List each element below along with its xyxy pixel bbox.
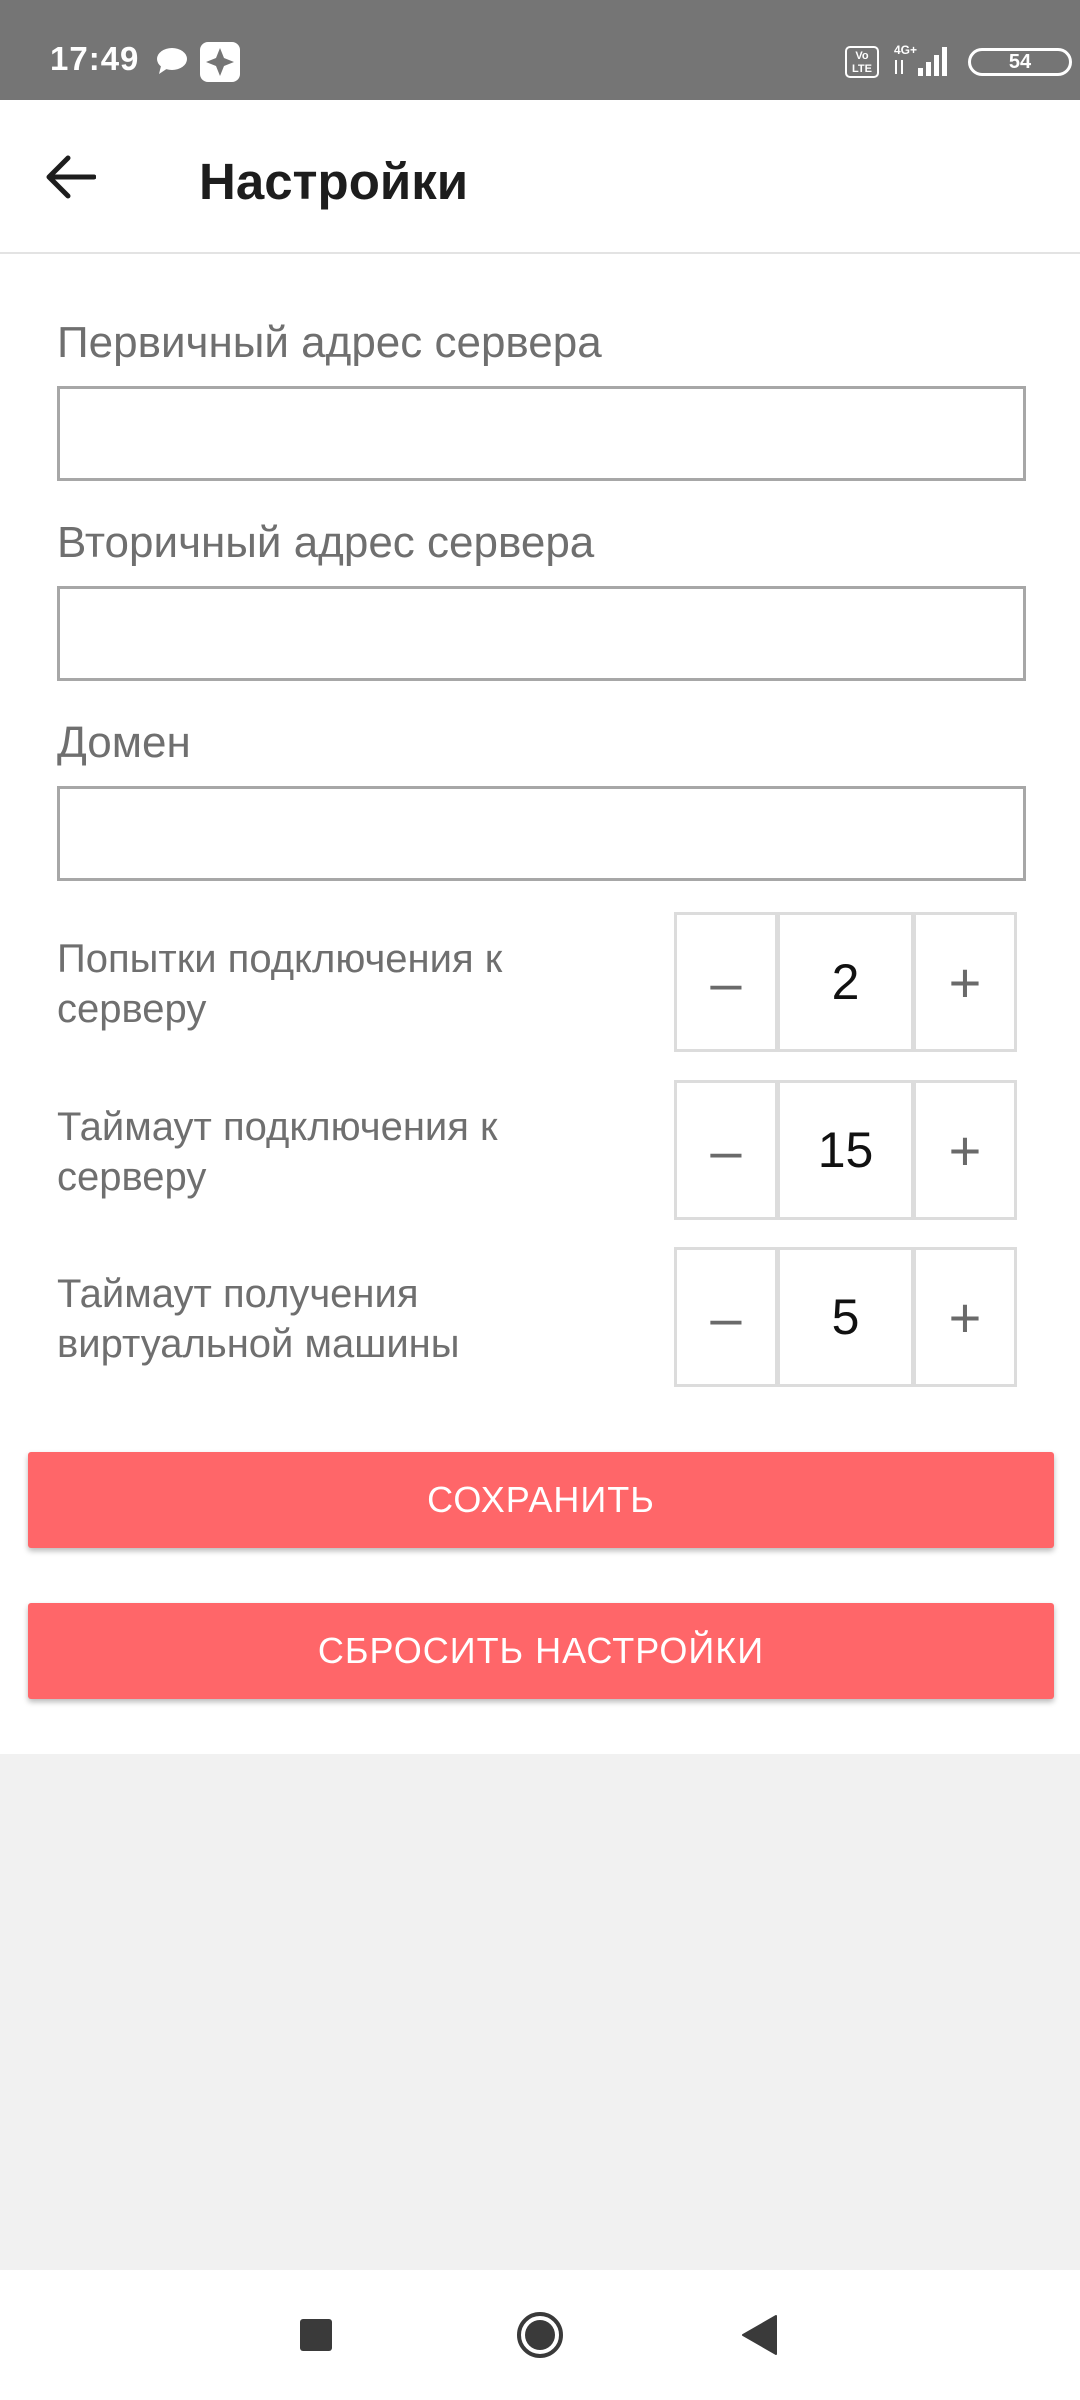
increment-button[interactable]: + [913,1080,1017,1220]
svg-text:4G+: 4G+ [894,43,917,57]
app-bar: Настройки [0,100,1080,254]
connection-timeout-stepper: – 15 + [674,1080,1023,1220]
decrement-button[interactable]: – [674,1080,778,1220]
stepper-value[interactable]: 15 [775,1080,916,1220]
reset-settings-button[interactable]: СБРОСИТЬ НАСТРОЙКИ [28,1603,1054,1699]
status-bar: 17:49 Vo LTE 4G+ 54 [0,0,1080,100]
primary-server-label: Первичный адрес сервера [57,318,602,367]
arrow-left-icon [46,155,96,199]
volte-icon: Vo LTE [845,46,879,78]
decrement-button[interactable]: – [674,912,778,1052]
increment-button[interactable]: + [913,1247,1017,1387]
chat-icon [157,48,187,74]
save-button[interactable]: СОХРАНИТЬ [28,1452,1054,1548]
back-triangle-icon[interactable] [740,2314,778,2356]
decrement-button[interactable]: – [674,1247,778,1387]
status-time: 17:49 [50,40,140,77]
domain-input[interactable] [57,786,1026,881]
connection-attempts-stepper: – 2 + [674,912,1023,1052]
increment-button[interactable]: + [913,912,1017,1052]
settings-form: Первичный адрес сервера Вторичный адрес … [0,254,1080,1754]
back-button[interactable] [36,147,106,207]
navigation-bar [0,2270,1080,2400]
vm-timeout-stepper: – 5 + [674,1247,1023,1387]
primary-server-input[interactable] [57,386,1026,481]
signal-icon: 4G+ [894,43,947,76]
connection-timeout-label: Таймаут подключения к серверу [57,1105,498,1199]
app-notification-icon [200,42,240,82]
stepper-value[interactable]: 2 [775,912,916,1052]
battery-icon: 54 [968,48,1072,76]
recents-square-icon[interactable] [300,2319,332,2351]
domain-label: Домен [57,718,191,767]
secondary-server-label: Вторичный адрес сервера [57,518,595,567]
stepper-value[interactable]: 5 [775,1247,916,1387]
page-title: Настройки [199,153,469,210]
secondary-server-input[interactable] [57,586,1026,681]
vm-timeout-label: Таймаут получения виртуальной машины [57,1272,460,1366]
connection-attempts-label: Попытки подключения к серверу [57,937,503,1031]
home-circle-icon[interactable] [515,2310,565,2360]
